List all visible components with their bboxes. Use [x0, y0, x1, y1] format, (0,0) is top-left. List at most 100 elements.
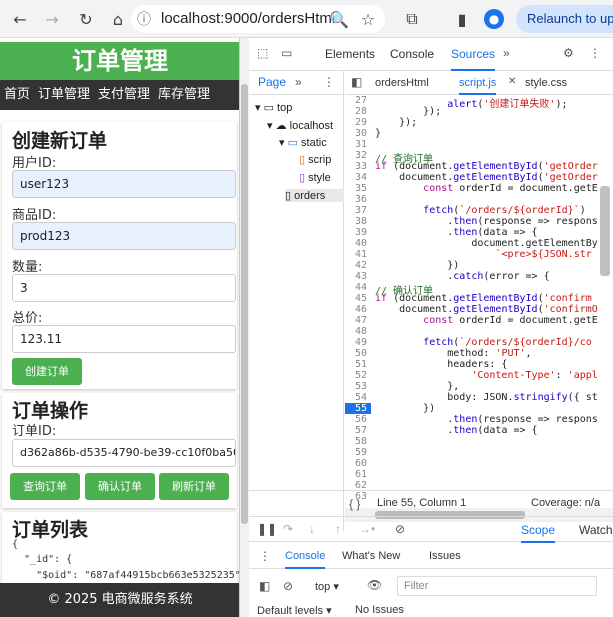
tree-item-static[interactable]: ▾ ▭ static: [279, 136, 327, 149]
tree-item-script[interactable]: ▯ scrip: [299, 153, 331, 166]
line-number[interactable]: 54: [345, 392, 367, 403]
log-levels-dropdown[interactable]: Default levels ▾: [257, 604, 332, 617]
line-number[interactable]: 30: [345, 128, 367, 139]
step-out-icon[interactable]: ↑: [335, 522, 341, 536]
nav-payments[interactable]: 支付管理: [94, 80, 154, 110]
drawer-tab-whats-new[interactable]: What's New: [342, 543, 400, 569]
line-number[interactable]: 35: [345, 183, 367, 194]
settings-gear-icon[interactable]: ⚙: [563, 46, 574, 60]
step-icon[interactable]: →•: [359, 522, 375, 536]
deactivate-breakpoints-icon[interactable]: ⊘: [395, 522, 405, 536]
pause-icon[interactable]: ❚❚: [257, 522, 277, 536]
line-number[interactable]: 45: [345, 293, 367, 304]
close-tab-icon[interactable]: ✕: [508, 76, 516, 87]
line-number[interactable]: 59: [345, 447, 367, 458]
pretty-print-icon[interactable]: { }: [349, 497, 360, 511]
line-number[interactable]: 31: [345, 139, 367, 150]
line-number[interactable]: 49: [345, 337, 367, 348]
editor-vscrollbar[interactable]: [600, 186, 610, 276]
line-number[interactable]: 27: [345, 95, 367, 106]
line-number[interactable]: 58: [345, 436, 367, 447]
line-number[interactable]: 57: [345, 425, 367, 436]
more-tabs-icon[interactable]: »: [503, 46, 510, 60]
forward-icon[interactable]: →: [40, 7, 64, 31]
line-number[interactable]: 34: [345, 172, 367, 183]
quantity-input[interactable]: 3: [12, 274, 236, 302]
console-filter-input[interactable]: Filter: [397, 576, 597, 596]
line-number[interactable]: 50: [345, 348, 367, 359]
more-nav-tabs-icon[interactable]: »: [295, 75, 302, 89]
toggle-navigator-icon[interactable]: ◧: [351, 75, 362, 89]
page-scrollbar[interactable]: [240, 38, 249, 617]
extensions-icon[interactable]: ⧉: [400, 7, 424, 31]
line-number[interactable]: 29: [345, 117, 367, 128]
line-number[interactable]: 28: [345, 106, 367, 117]
console-sidebar-icon[interactable]: ◧: [259, 579, 270, 593]
drawer-tab-console[interactable]: Console: [285, 543, 326, 569]
line-number[interactable]: 38: [345, 216, 367, 227]
side-panel-icon[interactable]: ▮: [450, 7, 474, 31]
line-number[interactable]: 47: [345, 315, 367, 326]
line-number[interactable]: 46: [345, 304, 367, 315]
total-price-input[interactable]: 123.11: [12, 325, 236, 353]
drawer-tab-issues[interactable]: Issues: [429, 543, 461, 569]
tab-watch[interactable]: Watch: [579, 517, 613, 543]
line-number[interactable]: 53: [345, 381, 367, 392]
zoom-icon[interactable]: 🔍: [327, 7, 351, 31]
context-selector[interactable]: top ▾: [315, 580, 339, 593]
live-expression-eye-icon[interactable]: 👁: [367, 578, 382, 592]
inspect-icon[interactable]: ⬚: [257, 46, 268, 60]
nav-home[interactable]: 首页: [0, 80, 34, 110]
line-number[interactable]: 41: [345, 249, 367, 260]
user-id-input[interactable]: user123: [12, 170, 236, 198]
site-info-icon[interactable]: ⓘ: [137, 5, 151, 33]
confirm-order-button[interactable]: 确认订单: [85, 473, 155, 500]
product-id-input[interactable]: prod123: [12, 222, 236, 250]
line-number[interactable]: 37: [345, 205, 367, 216]
create-order-button[interactable]: 创建订单: [12, 358, 82, 385]
editor-tab-scriptjs[interactable]: script.js: [459, 71, 497, 95]
navigator-menu-icon[interactable]: ⋮: [323, 75, 335, 89]
line-number[interactable]: 40: [345, 238, 367, 249]
line-number[interactable]: 44: [345, 282, 367, 293]
nav-orders[interactable]: 订单管理: [34, 80, 94, 110]
breakpoint-line-number[interactable]: 55: [345, 403, 371, 414]
refresh-order-button[interactable]: 刷新订单: [159, 473, 229, 500]
home-icon[interactable]: ⌂: [106, 7, 130, 31]
order-id-input[interactable]: d362a86b-d535-4790-be39-cc10f0ba5076: [12, 439, 236, 467]
tree-item-orders[interactable]: ▯ orders: [285, 189, 344, 202]
tab-sources[interactable]: Sources: [451, 38, 496, 71]
line-number[interactable]: 56: [345, 414, 367, 425]
step-into-icon[interactable]: ↓: [309, 522, 315, 536]
query-order-button[interactable]: 查询订单: [10, 473, 80, 500]
tab-elements[interactable]: Elements: [325, 38, 375, 71]
profile-avatar-icon[interactable]: ●: [484, 9, 504, 29]
step-over-icon[interactable]: ↷: [283, 522, 293, 536]
tab-page[interactable]: Page: [258, 75, 286, 89]
line-number[interactable]: 42: [345, 260, 367, 271]
tab-scope[interactable]: Scope: [521, 517, 556, 543]
tree-item-localhost[interactable]: ▾ ☁ localhost: [267, 119, 333, 132]
line-number[interactable]: 52: [345, 370, 367, 381]
device-toggle-icon[interactable]: ▭: [281, 46, 292, 60]
line-number[interactable]: 39: [345, 227, 367, 238]
clear-console-icon[interactable]: ⊘: [283, 579, 293, 593]
back-icon[interactable]: ←: [8, 7, 32, 31]
editor-tab-ordershtml[interactable]: ordersHtml: [375, 71, 429, 95]
line-number[interactable]: 33: [345, 161, 367, 172]
line-number[interactable]: 48: [345, 326, 367, 337]
line-number[interactable]: 60: [345, 458, 367, 469]
line-number[interactable]: 36: [345, 194, 367, 205]
editor-tab-stylecss[interactable]: style.css: [525, 71, 567, 95]
tree-item-top[interactable]: ▾ ▭ top: [255, 101, 292, 114]
tab-console[interactable]: Console: [390, 38, 434, 71]
relaunch-button[interactable]: Relaunch to up: [516, 5, 613, 33]
line-number[interactable]: 61: [345, 469, 367, 480]
line-number[interactable]: 51: [345, 359, 367, 370]
drawer-menu-icon[interactable]: ⋮: [259, 549, 271, 563]
bookmark-star-icon[interactable]: ☆: [356, 7, 380, 31]
line-number[interactable]: 43: [345, 271, 367, 282]
line-number[interactable]: 32: [345, 150, 367, 161]
reload-icon[interactable]: ↻: [74, 7, 98, 31]
tree-item-style[interactable]: ▯ style: [299, 171, 331, 184]
